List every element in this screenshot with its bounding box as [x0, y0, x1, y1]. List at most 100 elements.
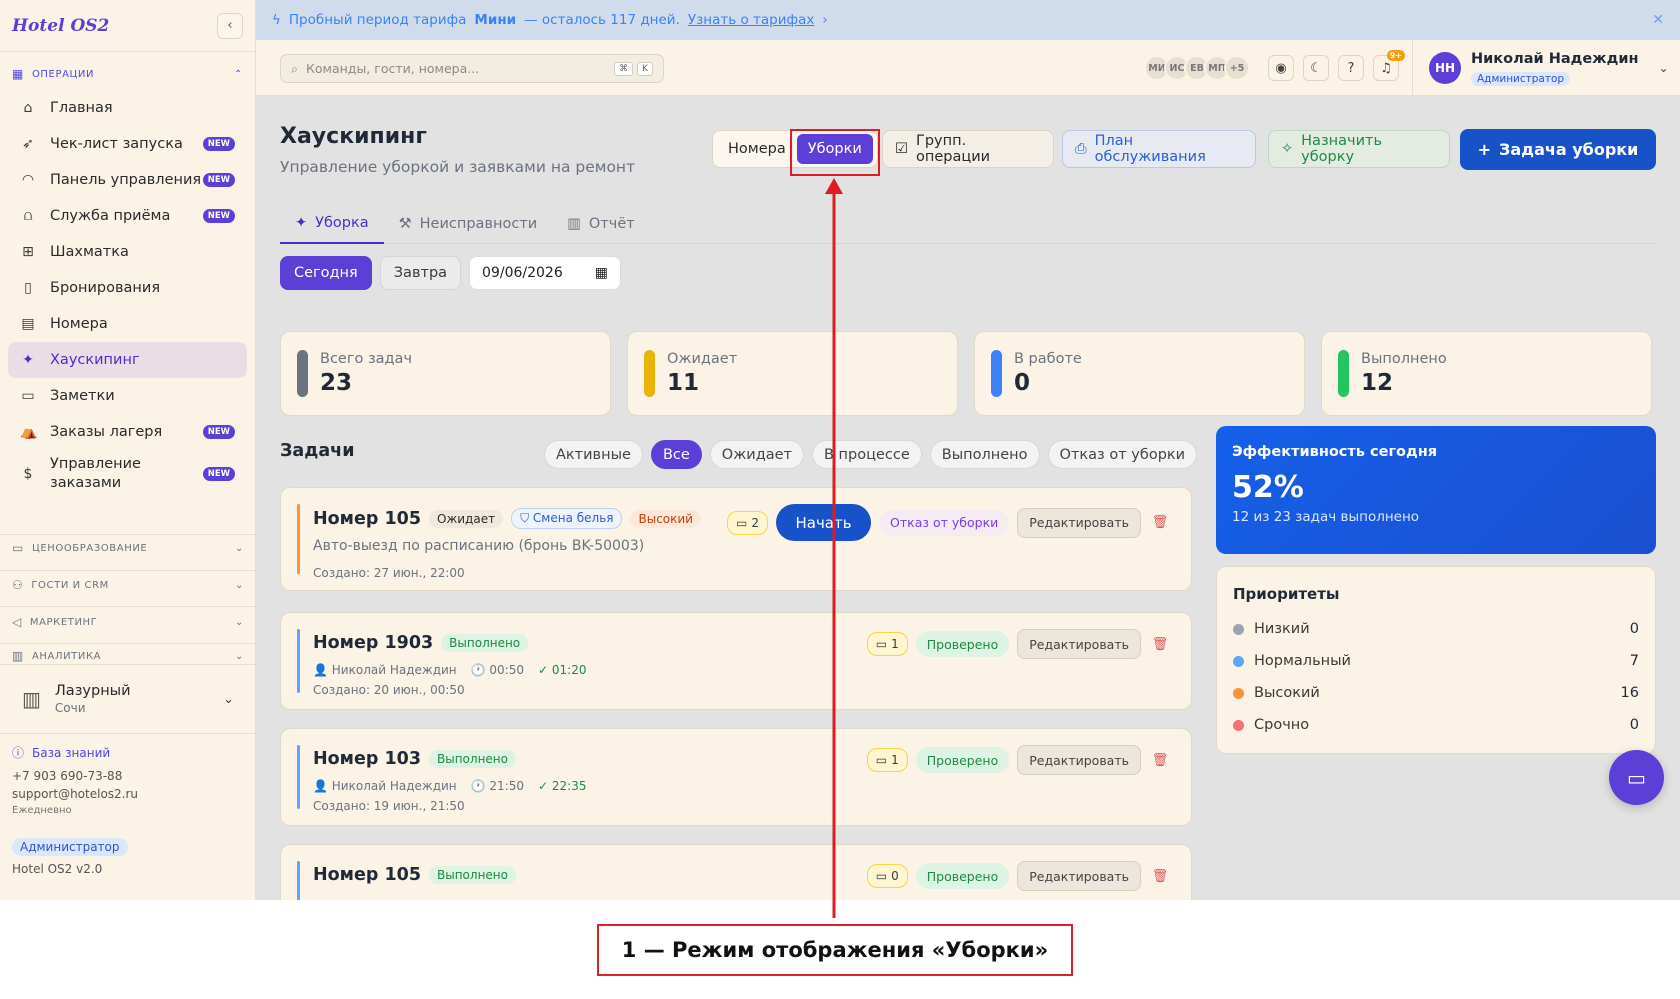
- moon-icon[interactable]: ☾: [1303, 55, 1329, 81]
- group-operations-button[interactable]: ☑ Групп. операции: [882, 130, 1054, 168]
- check-square-icon: ☑: [895, 141, 908, 157]
- new-badge: NEW: [202, 425, 235, 439]
- section-label: МАРКЕТИНГ: [29, 616, 98, 628]
- add-cleaning-task-button[interactable]: + Задача уборки: [1460, 129, 1656, 170]
- sidebar-item-label: Хаускипинг: [50, 352, 140, 368]
- sidebar-item-home[interactable]: ⌂ Главная: [8, 90, 247, 126]
- knowledge-base-link[interactable]: ⓘ База знаний: [12, 744, 248, 761]
- tab-report[interactable]: ▥ Отчёт: [552, 204, 650, 244]
- trash-icon[interactable]: 🗑: [1149, 515, 1171, 530]
- section-analytics[interactable]: ▥ АНАЛИТИКА ⌄: [0, 649, 256, 663]
- kb-label: База знаний: [32, 745, 111, 760]
- edit-button[interactable]: Редактировать: [1017, 629, 1141, 659]
- edit-button[interactable]: Редактировать: [1017, 861, 1141, 891]
- edit-button[interactable]: Редактировать: [1017, 745, 1141, 775]
- sidebar-item-launch-checklist[interactable]: ➶ Чек-лист запуска NEW: [8, 126, 247, 162]
- tab-cleaning[interactable]: ✦ Уборка: [280, 204, 384, 244]
- comments-button[interactable]: ▭ 1: [866, 632, 908, 656]
- sidebar-item-label: Шахматка: [50, 244, 129, 260]
- comments-button[interactable]: ▭ 1: [866, 748, 908, 772]
- room-number: Номер 105: [313, 508, 421, 529]
- section-guests-crm[interactable]: ⚇ ГОСТИ И CRM ⌄: [0, 575, 256, 595]
- section-label: ЦЕНООБРАЗОВАНИЕ: [31, 542, 148, 554]
- section-pricing[interactable]: ▭ ЦЕНООБРАЗОВАНИЕ ⌄: [0, 538, 256, 558]
- stat-in-progress: В работе 0: [974, 331, 1305, 416]
- filter-active[interactable]: Активные: [544, 440, 643, 469]
- filter-done[interactable]: Выполнено: [929, 440, 1040, 469]
- sidebar-item-order-management[interactable]: $ Управление заказами NEW: [8, 450, 247, 498]
- chevron-right-icon: ›: [822, 12, 828, 28]
- sidebar-item-camp-orders[interactable]: ⛺ Заказы лагеря NEW: [8, 414, 247, 450]
- sidebar-item-housekeeping[interactable]: ✦ Хаускипинг: [8, 342, 247, 378]
- filter-pending[interactable]: Ожидает: [709, 440, 804, 469]
- bell-icon[interactable]: ♫ 9+: [1373, 50, 1405, 81]
- filter-in-progress[interactable]: В процессе: [811, 440, 922, 469]
- filter-refused[interactable]: Отказ от уборки: [1047, 440, 1198, 469]
- sidebar-item-chessboard[interactable]: ⊞ Шахматка: [8, 234, 247, 270]
- comments-button[interactable]: ▭ 0: [866, 864, 908, 888]
- chat-button[interactable]: ▭: [1609, 750, 1664, 805]
- refuse-button[interactable]: Отказ от уборки: [879, 509, 1010, 536]
- edit-button[interactable]: Редактировать: [1017, 507, 1141, 538]
- housekeeping-tabs: ✦ Уборка ⚒ Неисправности ▥ Отчёт: [280, 204, 1656, 244]
- tent-icon: ⛺: [20, 424, 38, 440]
- brand-logo[interactable]: Hotel OS2: [12, 16, 109, 36]
- collapse-sidebar-button[interactable]: ‹: [217, 12, 243, 39]
- receipt-icon: $: [23, 466, 33, 482]
- note-icon: ▭: [21, 388, 35, 404]
- pricing-link[interactable]: Узнать о тарифах: [688, 12, 814, 28]
- tomorrow-button[interactable]: Завтра: [379, 256, 462, 290]
- section-operations[interactable]: ▦ ОПЕРАЦИИ ⌃: [0, 64, 255, 84]
- trash-icon[interactable]: 🗑: [1149, 753, 1171, 768]
- maintenance-plan-button[interactable]: ⎙ План обслуживания: [1062, 130, 1256, 168]
- user-menu[interactable]: НН Николай Надеждин Администратор ⌄: [1412, 40, 1669, 96]
- stat-value: 11: [667, 370, 700, 396]
- priority-dot: [1233, 623, 1244, 635]
- hotel-switcher[interactable]: ▥ Лазурный Сочи ⌄: [0, 664, 256, 734]
- new-badge: NEW: [202, 209, 235, 223]
- tab-faults[interactable]: ⚒ Неисправности: [384, 204, 553, 244]
- chevron-down-icon: ⌄: [1658, 61, 1669, 75]
- sidebar-item-front-desk[interactable]: ⩍ Служба приёма NEW: [8, 198, 247, 234]
- task-card[interactable]: Номер 1903 Выполнено 👤 Николай Надеждин …: [280, 612, 1192, 710]
- sidebar-item-label: Заметки: [50, 388, 115, 404]
- assign-cleaning-button[interactable]: ✧ Назначить уборку: [1268, 130, 1450, 168]
- help-circle-icon: ⓘ: [12, 746, 25, 760]
- sidebar-item-label: Панель управления: [50, 172, 202, 188]
- button-label: Назначить уборку: [1301, 133, 1383, 165]
- online-users[interactable]: МИ ИС ЕВ МП +5: [1144, 55, 1250, 81]
- sidebar-item-rooms[interactable]: ▤ Номера: [8, 306, 247, 342]
- new-badge: NEW: [202, 137, 235, 151]
- trash-icon[interactable]: 🗑: [1149, 637, 1171, 652]
- tab-label: Уборка: [315, 215, 369, 231]
- view-rooms-button[interactable]: Номера: [717, 134, 797, 164]
- shortcut-key: ⌘: [614, 61, 634, 76]
- stat-value: 12: [1361, 370, 1394, 396]
- created-at: Создано: 19 июн., 21:50: [313, 799, 465, 813]
- sidebar-item-notes[interactable]: ▭ Заметки: [8, 378, 247, 414]
- sidebar-item-bookings[interactable]: ▯ Бронирования: [8, 270, 247, 306]
- palette-icon[interactable]: ◉: [1268, 55, 1294, 81]
- sidebar-item-dashboard[interactable]: ◠ Панель управления NEW: [8, 162, 247, 198]
- notification-count: 9+: [1386, 50, 1405, 61]
- date-input[interactable]: 09/06/2026 ▦: [469, 256, 622, 290]
- section-marketing[interactable]: ◁ МАРКЕТИНГ ⌄: [0, 612, 256, 632]
- task-card[interactable]: Номер 103 Выполнено 👤 Николай Надеждин 🕐…: [280, 728, 1192, 826]
- priority-stripe: [297, 861, 300, 900]
- efficiency-card: Эффективность сегодня 52% 12 из 23 задач…: [1216, 426, 1656, 554]
- file-download-icon: ⎙: [1075, 141, 1087, 157]
- search-input[interactable]: ⌕ Команды, гости, номера... ⌘ K: [280, 54, 664, 83]
- table-grid-icon: ⊞: [22, 244, 34, 260]
- filter-all[interactable]: Все: [650, 440, 702, 469]
- close-icon[interactable]: ✕: [1652, 12, 1664, 28]
- trash-icon[interactable]: 🗑: [1149, 869, 1171, 884]
- status-badge: Выполнено: [429, 750, 516, 768]
- task-card[interactable]: Номер 105 Выполнено ▭ 0 Проверено Редакти…: [280, 844, 1192, 900]
- help-icon[interactable]: ?: [1338, 55, 1364, 81]
- verified-badge: Проверено: [915, 747, 1010, 773]
- clock-icon: 🕐: [470, 663, 486, 677]
- task-card[interactable]: Номер 105 Ожидает ⛉ Смена белья Высокий …: [280, 487, 1192, 591]
- today-button[interactable]: Сегодня: [280, 256, 372, 290]
- start-button[interactable]: Начать: [776, 504, 872, 541]
- comments-button[interactable]: ▭ 2: [727, 510, 769, 535]
